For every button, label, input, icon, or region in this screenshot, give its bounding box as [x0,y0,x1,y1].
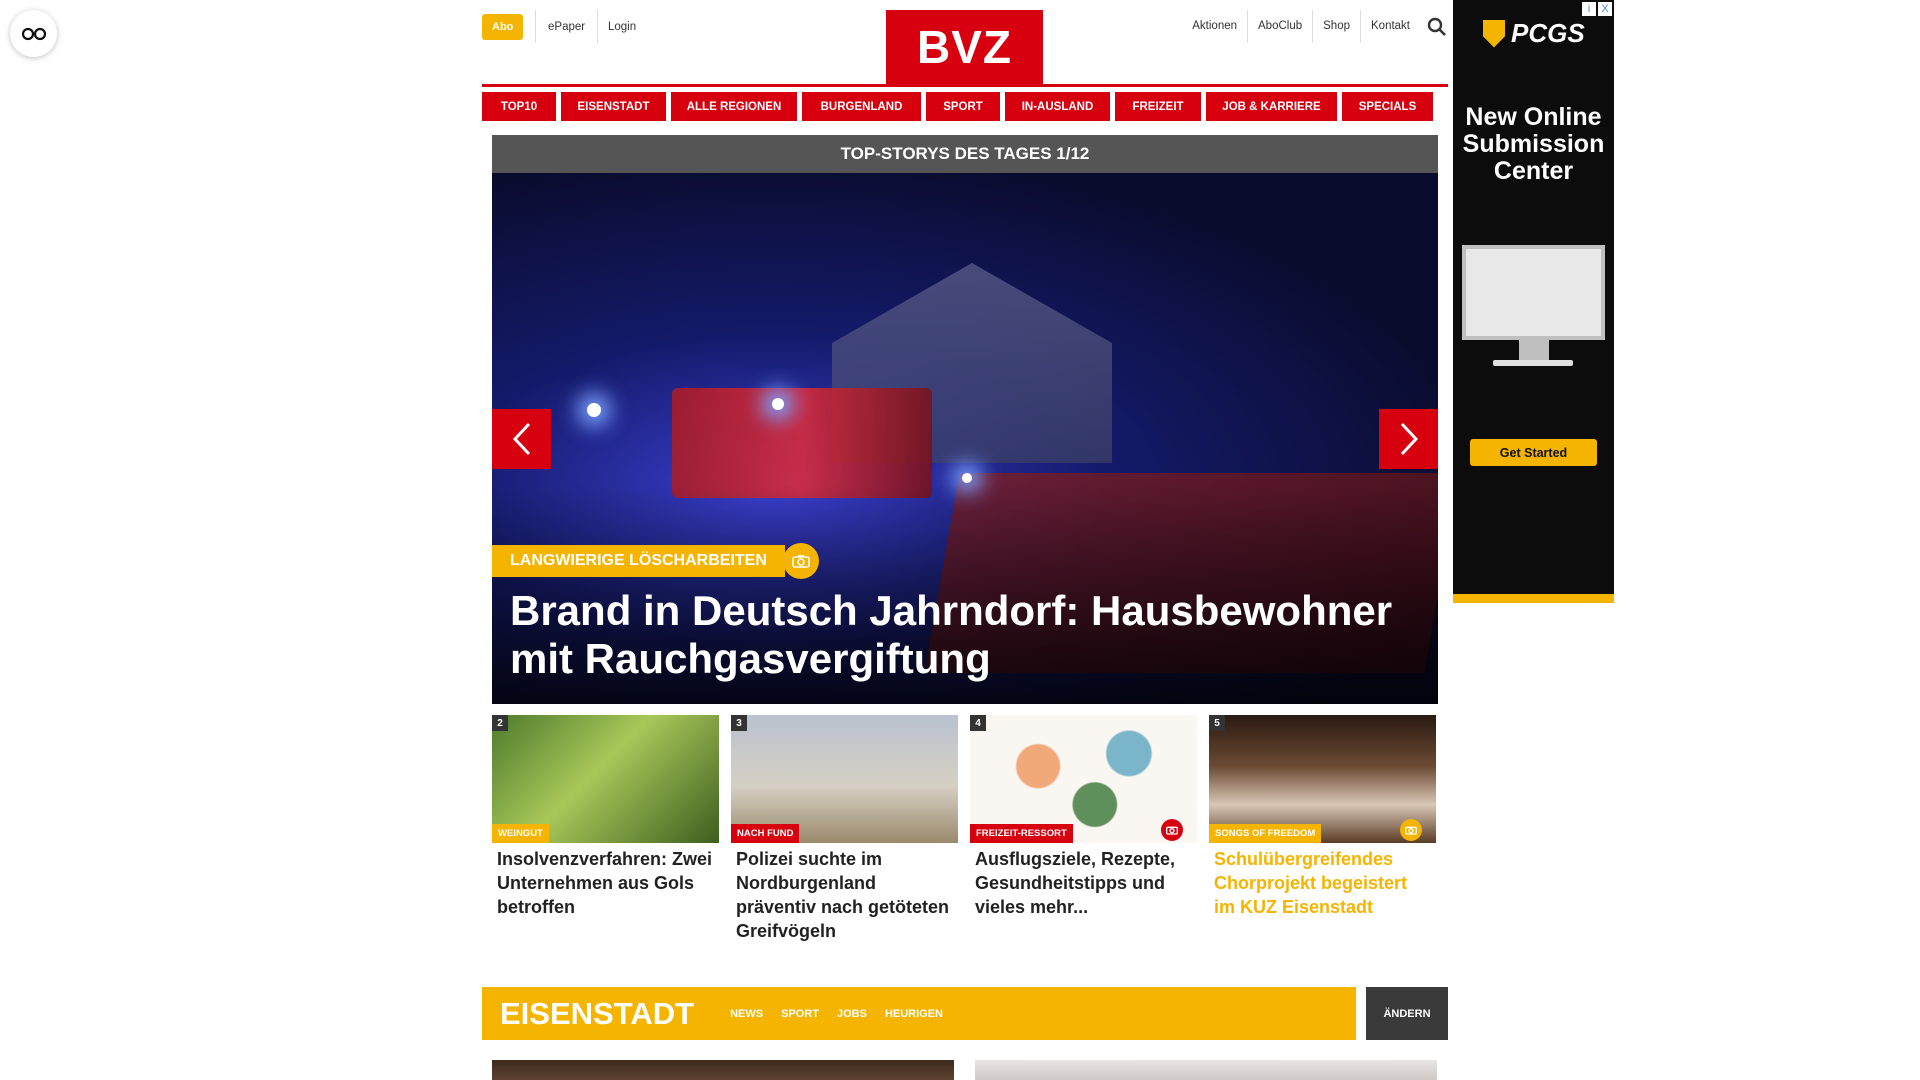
divider [597,10,598,43]
nav-item-sport[interactable]: SPORT [926,92,1000,121]
region-link-sport[interactable]: SPORT [781,1008,819,1020]
region-link-jobs[interactable]: JOBS [837,1008,867,1020]
nav-item-top10[interactable]: TOP10 [482,92,556,121]
story-title[interactable]: Ausflugsziele, Rezepte, Gesundheitstipps… [970,843,1197,919]
nav-item-burgenland[interactable]: BURGENLAND [802,92,921,121]
story-card[interactable]: 5 SONGS OF FREEDOM Schulübergreifendes C… [1209,715,1436,943]
fire-truck-shape [672,388,932,498]
region-title[interactable]: EISENSTADT [500,996,694,1032]
region-link-heurigen[interactable]: HEURIGEN [885,1008,943,1020]
teaser-image[interactable] [492,1060,954,1080]
story-number: 4 [970,715,986,731]
camera-icon [1400,819,1422,841]
shield-icon [1483,19,1505,48]
monitor-stand [1519,340,1549,360]
keyboard-image [1493,360,1573,366]
shop-link[interactable]: Shop [1312,10,1360,43]
story-image[interactable]: 2 WEINGUT [492,715,719,843]
top-header: Abo ePaper Login BVZ Aktionen AboClub Sh… [482,0,1448,87]
blue-light [772,398,784,410]
story-title[interactable]: Insolvenzverfahren: Zwei Unternehmen aus… [492,843,719,919]
epaper-link[interactable]: ePaper [548,21,585,33]
ad-brand: PCGS [1511,18,1585,48]
abo-button[interactable]: Abo [482,14,524,40]
kontakt-link[interactable]: Kontakt [1360,10,1420,43]
nav-item-in-ausland[interactable]: IN-AUSLAND [1005,92,1110,121]
story-card[interactable]: 3 NACH FUND Polizei suchte im Nordburgen… [731,715,958,943]
nav-item-alle-regionen[interactable]: ALLE REGIONEN [671,92,797,121]
ad-info-icon[interactable]: i [1582,2,1596,16]
login-link[interactable]: Login [608,21,636,33]
monitor-image [1462,245,1605,340]
get-started-button[interactable]: Get Started [1470,439,1597,466]
page-container: Abo ePaper Login BVZ Aktionen AboClub Sh… [482,0,1448,1080]
story-image[interactable]: 4 FREIZEIT-RESSORT [970,715,1197,843]
hero-kicker[interactable]: LANGWIERIGE LÖSCHARBEITEN [492,545,785,577]
story-image[interactable]: 3 NACH FUND [731,715,958,843]
search-icon[interactable] [1426,16,1448,38]
region-bar: EISENSTADT NEWS SPORT JOBS HEURIGEN [482,987,1356,1040]
story-title[interactable]: Schulübergreifendes Chorprojekt begeiste… [1209,843,1436,919]
bvz-logo[interactable]: BVZ [886,10,1043,84]
story-card[interactable]: 2 WEINGUT Insolvenzverfahren: Zwei Unter… [492,715,719,943]
story-cards: 2 WEINGUT Insolvenzverfahren: Zwei Unter… [492,715,1438,943]
story-number: 5 [1209,715,1225,731]
blue-light [962,473,972,483]
change-region-button[interactable]: ÄNDERN [1366,987,1448,1040]
story-kicker: NACH FUND [731,824,800,843]
ad-headline: New Online Submission Center [1462,103,1605,185]
divider [535,10,536,43]
hero-headline[interactable]: Brand in Deutsch Jahrndorf: Hausbewohner… [510,587,1398,683]
story-number: 3 [731,715,747,731]
ad-close-icon[interactable]: X [1598,2,1612,16]
story-kicker: SONGS OF FREEDOM [1209,824,1322,843]
nav-item-job-karriere[interactable]: JOB & KARRIERE [1206,92,1337,121]
aboclub-link[interactable]: AboClub [1247,10,1312,43]
nav-item-specials[interactable]: SPECIALS [1342,92,1433,121]
ad-banner[interactable]: i X PCGS New Online Submission Center Ge… [1453,0,1614,603]
nav-item-freizeit[interactable]: FREIZEIT [1115,92,1201,121]
pcgs-logo: PCGS [1483,18,1585,49]
story-title[interactable]: Polizei suchte im Nordburgenland prävent… [731,843,958,943]
teaser-image[interactable] [975,1060,1437,1080]
story-kicker: WEINGUT [492,824,549,843]
story-number: 2 [492,715,508,731]
main-nav: TOP10 EISENSTADT ALLE REGIONEN BURGENLAN… [482,92,1448,122]
next-arrow-icon[interactable] [1379,409,1438,469]
ad-controls: i X [1582,2,1612,16]
prev-arrow-icon[interactable] [492,409,551,469]
aktionen-link[interactable]: Aktionen [1182,10,1247,43]
region-link-news[interactable]: NEWS [730,1008,763,1020]
hero-image[interactable]: LANGWIERIGE LÖSCHARBEITEN Brand in Deuts… [492,173,1438,704]
story-kicker: FREIZEIT-RESSORT [970,824,1073,843]
top-stories-slider: TOP-STORYS DES TAGES 1/12 LANGWIERIGE LÖ… [492,135,1438,704]
accessibility-glasses-icon[interactable] [10,10,57,57]
camera-icon [783,543,819,579]
utility-links: Aktionen AboClub Shop Kontakt [1182,10,1448,43]
story-image[interactable]: 5 SONGS OF FREEDOM [1209,715,1436,843]
story-card[interactable]: 4 FREIZEIT-RESSORT Ausflugsziele, Rezept… [970,715,1197,943]
nav-item-eisenstadt[interactable]: EISENSTADT [561,92,666,121]
blue-light [587,403,601,417]
slider-header: TOP-STORYS DES TAGES 1/12 [492,135,1438,173]
camera-icon [1161,819,1183,841]
